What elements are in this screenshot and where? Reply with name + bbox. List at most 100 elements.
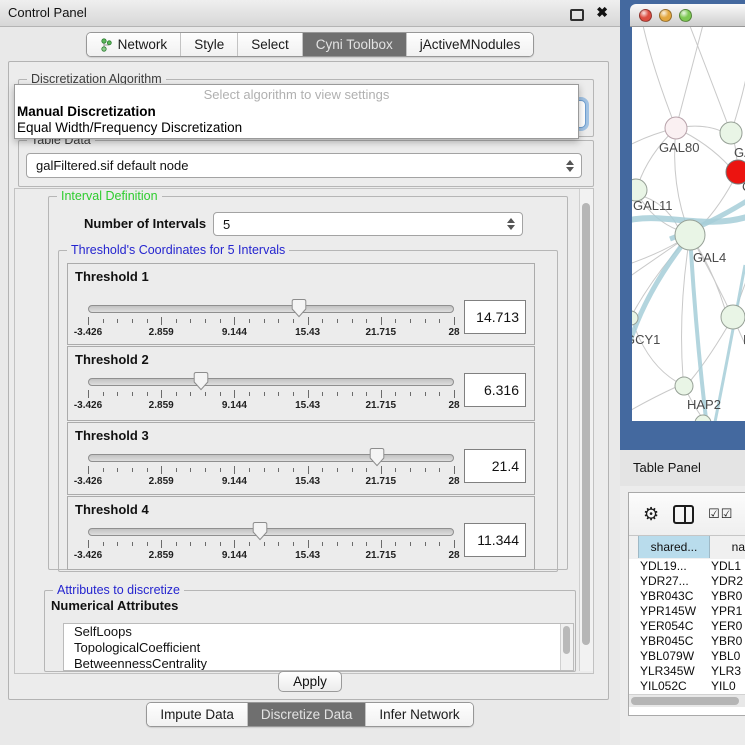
checkbox-icons[interactable]: ☑☑ <box>708 506 733 522</box>
table-row[interactable]: YIL052C YIL0 <box>629 679 745 693</box>
tick-mark <box>147 319 148 323</box>
slider-track[interactable] <box>88 528 454 536</box>
tick-mark <box>322 468 323 472</box>
slider-track[interactable] <box>88 454 454 462</box>
table-row[interactable]: YBL079W YBL0 <box>629 649 745 664</box>
table-data-combobox[interactable]: galFiltered.sif default node <box>26 153 582 178</box>
dropdown-option-equal-width-frequency-discretization[interactable]: Equal Width/Frequency Discretization <box>15 120 578 136</box>
tick-mark <box>249 392 250 396</box>
threshold-value-field[interactable]: 11.344 <box>464 523 526 557</box>
slider-thumb[interactable] <box>369 448 385 467</box>
tab-label: Impute Data <box>160 707 234 722</box>
slider-thumb[interactable] <box>291 299 307 318</box>
dropdown-option-manual-discretization[interactable]: Manual Discretization <box>15 104 578 120</box>
network-view-canvas[interactable]: GAL80GACGAL11GAL4GCY1HHAP2 <box>632 27 745 421</box>
network-icon <box>100 38 113 52</box>
tick-mark <box>381 317 382 325</box>
network-node[interactable] <box>720 122 742 144</box>
nodes <box>632 117 745 421</box>
scrollbar-thumb[interactable] <box>582 203 590 645</box>
number-of-intervals-combobox[interactable]: 5 <box>213 212 523 236</box>
edge[interactable] <box>642 27 676 128</box>
threshold-panel-1: Threshold 1 -3.4262.8599.14415.4321.7152… <box>67 263 535 345</box>
split-columns-icon[interactable] <box>673 505 694 524</box>
tab-infer-network[interactable]: Infer Network <box>365 703 472 726</box>
float-window-icon[interactable] <box>570 9 584 21</box>
vertical-scrollbar[interactable] <box>579 189 593 671</box>
list-item-betweennesscentrality[interactable]: BetweennessCentrality <box>64 656 573 671</box>
table-row[interactable]: YBR043C YBR0 <box>629 589 745 604</box>
cell-shared-name: YPR145W <box>640 604 696 619</box>
tab-select[interactable]: Select <box>237 33 302 56</box>
tab-label: Style <box>194 37 224 52</box>
network-node[interactable] <box>665 117 687 139</box>
close-icon[interactable]: ✖ <box>596 0 608 25</box>
traffic-light-minimize-button[interactable] <box>659 9 672 22</box>
tab-impute-data[interactable]: Impute Data <box>147 703 247 726</box>
threshold-value-field[interactable]: 21.4 <box>464 449 526 483</box>
gear-icon[interactable]: ⚙ <box>643 505 659 523</box>
network-node[interactable] <box>675 220 705 250</box>
network-node[interactable] <box>695 415 711 421</box>
traffic-light-zoom-button[interactable] <box>679 9 692 22</box>
table-row[interactable]: YDR27... YDR2 <box>629 574 745 589</box>
tick-mark <box>264 392 265 396</box>
scrollbar-thumb[interactable] <box>563 626 570 654</box>
tick-mark <box>234 390 235 398</box>
threshold-label: Threshold 4 <box>75 502 149 517</box>
network-node[interactable] <box>675 377 693 395</box>
cell-name: YPR1 <box>711 604 742 619</box>
edge[interactable] <box>682 235 690 378</box>
tick-mark <box>88 466 89 474</box>
threshold-value-field[interactable]: 14.713 <box>464 300 526 334</box>
edge[interactable] <box>688 27 731 133</box>
tick-mark <box>278 319 279 323</box>
tick-label: 28 <box>448 476 459 487</box>
tick-label: 15.43 <box>295 400 320 411</box>
tab-network[interactable]: Network <box>87 33 181 56</box>
scrollbar-thumb[interactable] <box>631 697 739 705</box>
table-row[interactable]: YER054C YER0 <box>629 619 745 634</box>
table-row[interactable]: YDL19... YDL1 <box>629 559 745 574</box>
list-item-topologicalcoefficient[interactable]: TopologicalCoefficient <box>64 640 573 656</box>
slider-thumb[interactable] <box>252 522 268 541</box>
threshold-slider[interactable]: -3.4262.8599.14415.4321.71528 <box>88 378 454 414</box>
apply-button[interactable]: Apply <box>278 671 342 692</box>
network-node[interactable] <box>721 305 745 329</box>
traffic-light-close-button[interactable] <box>639 9 652 22</box>
table-row[interactable]: YBR045C YBR0 <box>629 634 745 649</box>
threshold-panel-4: Threshold 4 -3.4262.8599.14415.4321.7152… <box>67 496 535 570</box>
column-header-shared-name[interactable]: shared... <box>638 536 710 558</box>
tab-discretize-data[interactable]: Discretize Data <box>247 703 366 726</box>
bottom-tab-bar: Impute Data Discretize DataInfer Network <box>0 702 620 727</box>
tick-label: 28 <box>448 400 459 411</box>
table-row[interactable]: YPR145W YPR1 <box>629 604 745 619</box>
tick-mark <box>366 468 367 472</box>
threshold-slider[interactable]: -3.4262.8599.14415.4321.71528 <box>88 305 454 341</box>
edge[interactable] <box>632 387 676 413</box>
edge[interactable] <box>676 27 704 128</box>
column-header-name[interactable]: na <box>709 536 745 559</box>
threshold-slider[interactable]: -3.4262.8599.14415.4321.71528 <box>88 454 454 490</box>
tick-mark <box>395 319 396 323</box>
tick-mark <box>103 468 104 472</box>
tick-label: 9.144 <box>222 400 247 411</box>
slider-track[interactable] <box>88 378 454 386</box>
slider-tick-labels: -3.4262.8599.14415.4321.71528 <box>88 550 454 562</box>
tab-style[interactable]: Style <box>180 33 237 56</box>
tab-cyni-toolbox[interactable]: Cyni Toolbox <box>302 33 406 56</box>
threshold-slider[interactable]: -3.4262.8599.14415.4321.71528 <box>88 528 454 564</box>
table-row[interactable]: YLR345W YLR3 <box>629 664 745 679</box>
updown-arrows-icon <box>507 218 515 230</box>
attributes-list[interactable]: SelfLoopsTopologicalCoefficientBetweenne… <box>63 623 574 671</box>
attributes-list-scrollbar[interactable] <box>560 624 573 670</box>
cell-name: YDL1 <box>711 559 741 574</box>
threshold-value-field[interactable]: 6.316 <box>464 373 526 407</box>
cell-shared-name: YER054C <box>640 619 693 634</box>
slider-thumb[interactable] <box>193 372 209 391</box>
list-item-selfloops[interactable]: SelfLoops <box>64 624 573 640</box>
slider-track[interactable] <box>88 305 454 313</box>
tab-jactivemnodules[interactable]: jActiveMNodules <box>406 33 534 56</box>
cell-name: YBR0 <box>711 634 742 649</box>
horizontal-scrollbar[interactable] <box>629 694 745 707</box>
